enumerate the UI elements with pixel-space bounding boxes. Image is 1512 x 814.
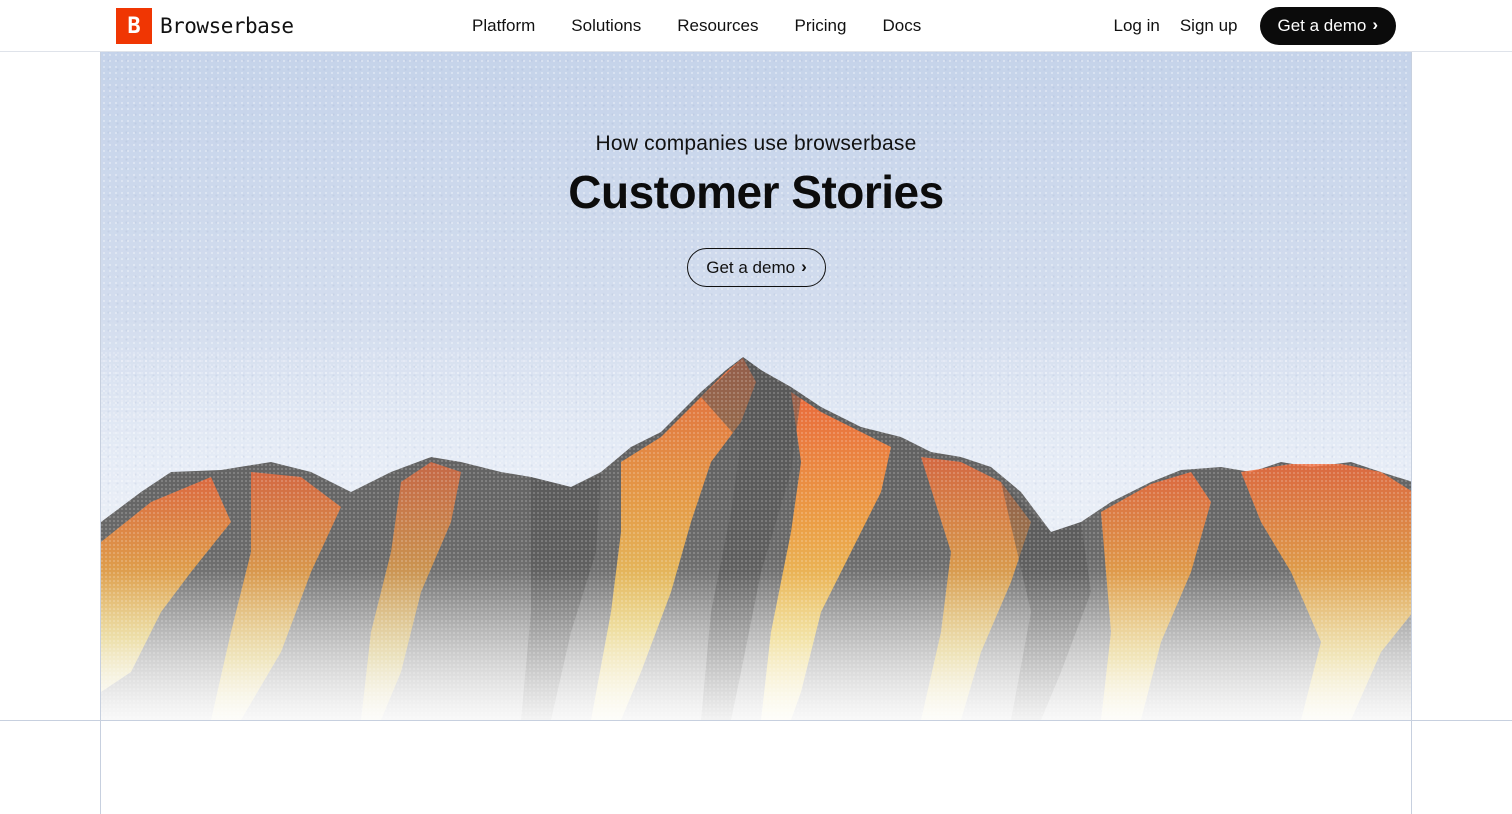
section-divider (0, 720, 1512, 721)
hero-get-demo-label: Get a demo (706, 257, 796, 277)
main-nav: Platform Solutions Resources Pricing Doc… (472, 0, 957, 52)
login-link[interactable]: Log in (1114, 16, 1160, 36)
signup-link[interactable]: Sign up (1180, 16, 1238, 36)
get-demo-button[interactable]: Get a demo › (1259, 7, 1396, 45)
nav-item-docs[interactable]: Docs (882, 16, 921, 36)
right-grid-line (1411, 720, 1412, 814)
nav-item-platform[interactable]: Platform (472, 16, 535, 36)
hero-eyebrow: How companies use browserbase (595, 132, 917, 155)
brand-logo-link[interactable]: B Browserbase (116, 8, 294, 44)
hero-section: How companies use browserbase Customer S… (100, 52, 1412, 720)
nav-item-solutions[interactable]: Solutions (571, 16, 641, 36)
get-demo-label: Get a demo (1277, 16, 1367, 35)
hero-get-demo-button[interactable]: Get a demo › (687, 248, 826, 287)
page-title: Customer Stories (568, 166, 944, 218)
chevron-right-icon: › (801, 256, 807, 276)
brand-name: Browserbase (160, 14, 294, 38)
auth-actions: Log in Sign up Get a demo › (1114, 7, 1396, 45)
left-grid-line (100, 720, 101, 814)
nav-item-pricing[interactable]: Pricing (795, 16, 847, 36)
chevron-right-icon: › (1372, 15, 1378, 34)
browserbase-logo-icon: B (116, 8, 152, 44)
nav-item-resources[interactable]: Resources (677, 16, 758, 36)
site-header: B Browserbase Platform Solutions Resourc… (0, 0, 1512, 52)
